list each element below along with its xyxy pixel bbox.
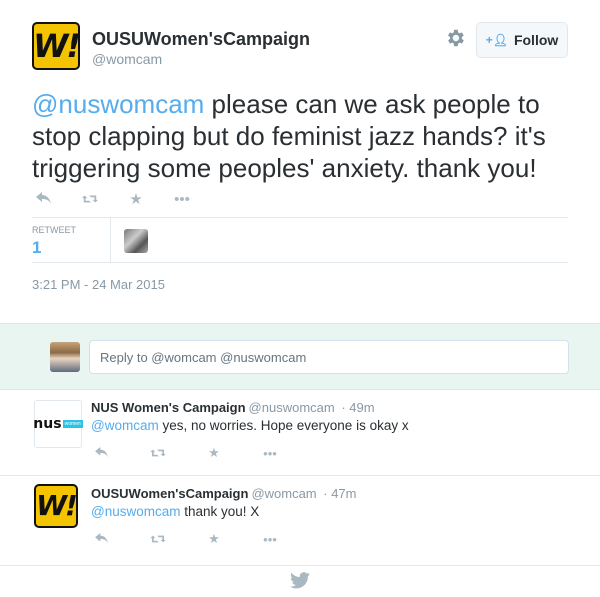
reply-header: OUSUWomen'sCampaign @womcam · 47m [91,486,357,501]
tweet-card: W! OUSUWomen'sCampaign @womcam +👤︎ Follo… [0,0,600,323]
author-avatar[interactable]: W! [32,22,81,70]
reply-icon[interactable] [94,531,110,547]
reply-time[interactable]: · 49m [341,400,374,415]
retweet-stat-label: RETWEET [32,225,76,235]
more-icon[interactable]: ••• [174,191,190,208]
reply-body: yes, no worries. Hope everyone is okay x [158,418,409,433]
more-icon[interactable]: ••• [262,531,278,547]
reply-author-handle[interactable]: @nuswomcam [249,400,335,415]
divider [32,262,568,263]
nus-logo-text: nus [33,416,62,432]
tweet-mention-link[interactable]: @nuswomcam [32,89,204,119]
reply-icon[interactable] [94,445,110,461]
reply-mention-link[interactable]: @nuswomcam [91,504,180,519]
star-icon[interactable]: ★ [206,445,222,461]
twitter-bird-icon[interactable] [290,572,310,589]
nus-logo-badge: women [62,420,83,428]
reply-avatar-text: W! [36,489,78,522]
reply-body: thank you! X [180,504,260,519]
reply-text: @nuswomcam thank you! X [91,504,259,519]
author-avatar-text: W! [33,27,81,65]
author-handle[interactable]: @womcam [92,51,162,67]
reply-actions: ★ ••• [94,445,278,461]
reply-tweet[interactable]: nus women NUS Women's Campaign @nuswomcam … [0,390,600,476]
follow-label: Follow [513,32,559,48]
reply-author-name[interactable]: OUSUWomen'sCampaign [91,486,248,501]
reply-time[interactable]: · 47m [323,486,356,501]
reply-tweet[interactable]: W! OUSUWomen'sCampaign @womcam · 47m @nus… [0,476,600,566]
reply-composer: Reply to @womcam @nuswomcam [0,323,600,390]
reply-input[interactable]: Reply to @womcam @nuswomcam [89,340,569,374]
follow-button[interactable]: +👤︎ Follow [476,22,568,58]
star-icon[interactable]: ★ [128,191,144,208]
reply-author-name[interactable]: NUS Women's Campaign [91,400,246,415]
reply-mention-link[interactable]: @womcam [91,418,159,433]
reply-header: NUS Women's Campaign @nuswomcam · 49m [91,400,375,415]
tweet-actions: ★ ••• [36,191,190,208]
retweet-count[interactable]: 1 [32,238,41,258]
star-icon[interactable]: ★ [206,531,222,547]
reply-author-handle[interactable]: @womcam [251,486,316,501]
divider [32,217,568,218]
stat-separator [110,218,111,262]
reply-text: @womcam yes, no worries. Hope everyone i… [91,418,409,433]
retweet-icon[interactable] [150,531,166,547]
reply-actions: ★ ••• [94,531,278,547]
reply-icon[interactable] [36,191,52,207]
tweet-text: @nuswomcam please can we ask people to s… [32,88,572,184]
author-name[interactable]: OUSUWomen'sCampaign [92,29,310,50]
current-user-avatar [50,342,80,372]
reply-author-avatar[interactable]: W! [34,484,78,528]
gear-icon[interactable] [444,27,466,49]
tweet-timestamp[interactable]: 3:21 PM - 24 Mar 2015 [32,277,165,292]
retweeter-avatar[interactable] [124,229,148,253]
add-user-icon: +👤︎ [485,33,508,47]
more-icon[interactable]: ••• [262,445,278,461]
reply-author-avatar[interactable]: nus women [33,400,83,448]
retweet-icon[interactable] [82,191,98,207]
retweet-icon[interactable] [150,445,166,461]
